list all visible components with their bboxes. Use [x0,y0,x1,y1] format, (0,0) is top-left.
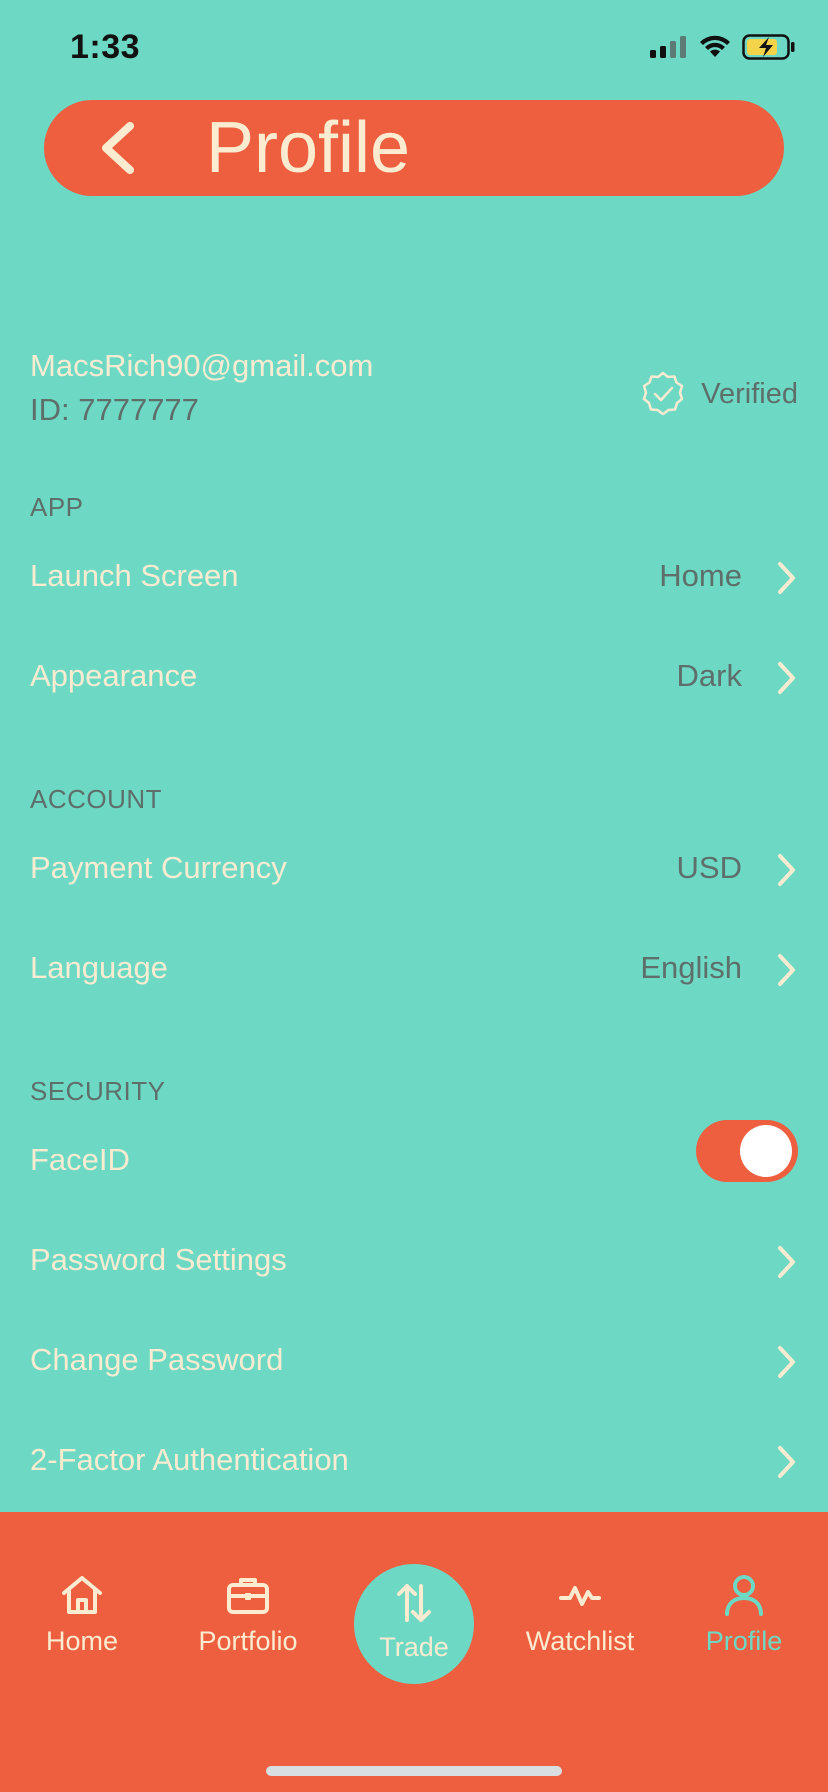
appearance-row[interactable]: Appearance Dark [0,638,828,718]
password-settings-row[interactable]: Password Settings [0,1222,828,1302]
tab-bar: Home Portfolio Trade Watchlist Profile [0,1512,828,1792]
home-indicator [266,1766,562,1776]
chevron-left-icon [102,122,134,174]
status-bar: 1:33 [0,0,828,100]
header-bar: Profile [44,100,784,196]
tab-label: Profile [705,1626,783,1656]
user-email: MacsRich90@gmail.com [30,348,374,383]
two-factor-auth-row[interactable]: 2-Factor Authentication [0,1422,828,1502]
chevron-right-icon [778,854,795,886]
payment-currency-row[interactable]: Payment Currency USD [0,830,828,910]
row-label: Language [30,950,168,985]
row-value: USD [676,850,742,885]
change-password-row[interactable]: Change Password [0,1322,828,1402]
row-label: Payment Currency [30,850,287,885]
tab-trade[interactable]: Trade [354,1564,474,1684]
faceid-row: FaceID [0,1120,828,1202]
section-header-security: SECURITY [30,1076,166,1106]
back-button[interactable] [88,118,148,178]
tab-label: Trade [379,1632,449,1662]
tab-label: Watchlist [525,1626,635,1656]
row-label: Launch Screen [30,558,239,593]
verified-label: Verified [701,377,798,410]
cellular-signal-icon [650,36,686,58]
row-value: Dark [676,658,742,693]
launch-screen-row[interactable]: Launch Screen Home [0,538,828,618]
status-time: 1:33 [70,28,141,66]
verified-check-icon [643,371,684,416]
tab-label: Portfolio [198,1626,298,1656]
section-header-account: ACCOUNT [30,784,163,814]
tab-watchlist[interactable]: Watchlist [505,1572,655,1682]
home-icon [62,1576,102,1614]
tab-label: Home [45,1626,119,1656]
row-value: Home [659,558,742,593]
toggle-knob [740,1125,792,1177]
row-label: FaceID [30,1142,130,1177]
chevron-right-icon [778,662,795,694]
row-label: 2-Factor Authentication [30,1442,349,1477]
chevron-right-icon [778,954,795,986]
tab-home[interactable]: Home [7,1572,157,1682]
chevron-right-icon [778,1346,795,1378]
chevron-right-icon [778,1246,795,1278]
faceid-toggle[interactable] [696,1120,798,1182]
chevron-right-icon [778,562,795,594]
section-header-app: APP [30,492,84,522]
chevron-right-icon [778,1446,795,1478]
language-row[interactable]: Language English [0,930,828,1010]
tab-portfolio[interactable]: Portfolio [173,1572,323,1682]
user-id: ID: 7777777 [30,392,199,427]
user-icon [725,1575,763,1616]
tab-profile[interactable]: Profile [669,1572,819,1682]
briefcase-icon [227,1578,269,1614]
row-label: Password Settings [30,1242,287,1277]
wifi-icon [700,35,730,57]
row-label: Appearance [30,658,198,693]
user-info: MacsRich90@gmail.com ID: 7777777 Verifie… [30,348,798,438]
row-label: Change Password [30,1342,284,1377]
battery-charging-icon [742,34,795,60]
verified-badge: Verified [639,370,798,418]
page-title: Profile [206,108,411,188]
swap-arrows-icon [397,1584,431,1622]
status-icons [650,34,796,60]
row-value: English [640,950,742,985]
pulse-icon [559,1586,601,1606]
